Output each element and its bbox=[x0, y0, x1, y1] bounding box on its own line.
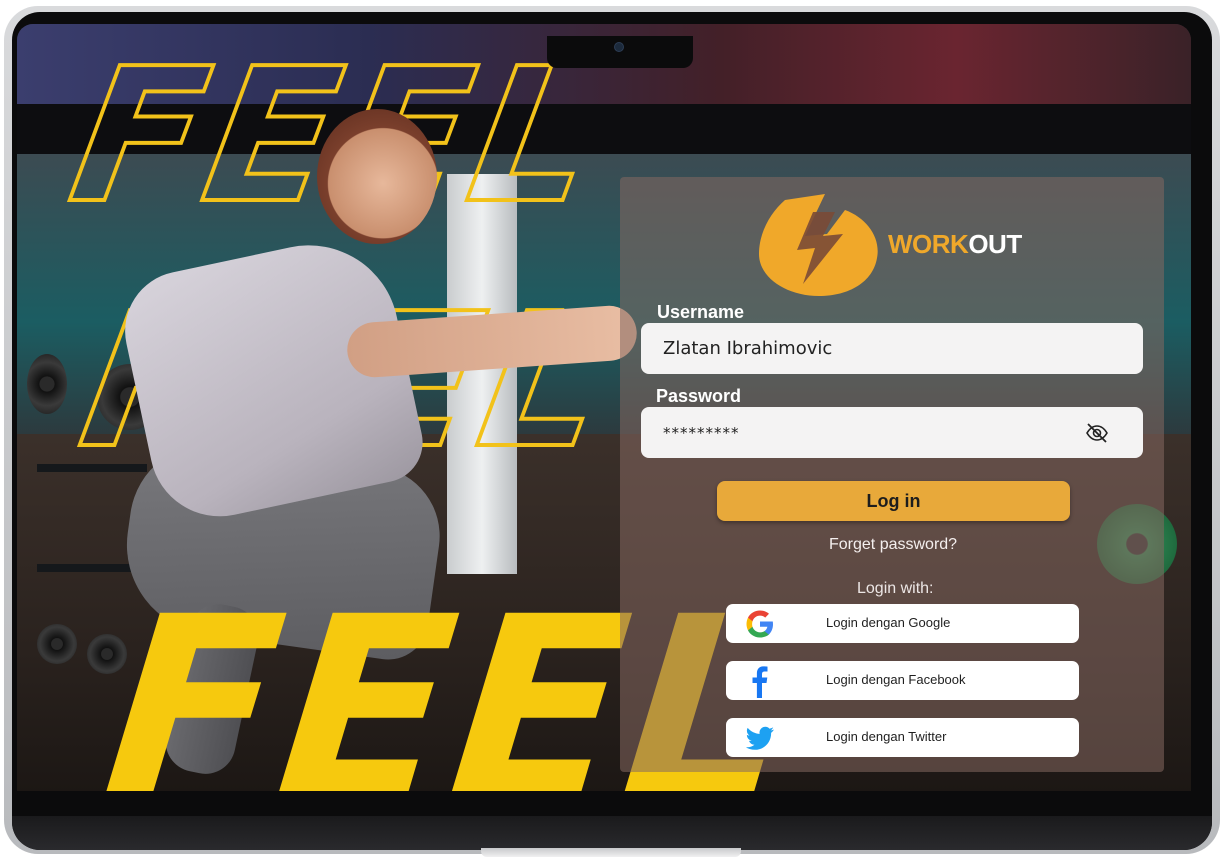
eye-off-icon[interactable] bbox=[1085, 421, 1109, 445]
password-input[interactable]: ********* bbox=[641, 407, 1143, 458]
camera-notch bbox=[547, 36, 693, 68]
login-with-label: Login with: bbox=[857, 580, 934, 597]
facebook-icon bbox=[752, 666, 768, 698]
workout-logo-icon bbox=[759, 194, 878, 296]
google-icon bbox=[746, 610, 773, 638]
dumbbell bbox=[37, 624, 77, 664]
username-value: Zlatan Ibrahimovic bbox=[663, 338, 833, 359]
password-value: ********* bbox=[663, 423, 740, 442]
password-label: Password bbox=[656, 386, 742, 406]
google-login-button[interactable]: Login dengan Google bbox=[726, 604, 1079, 643]
google-login-label: Login dengan Google bbox=[826, 615, 951, 630]
brand-prefix: WORK bbox=[888, 229, 969, 259]
athlete-head bbox=[317, 109, 437, 244]
laptop-chin bbox=[12, 816, 1212, 850]
facebook-login-label: Login dengan Facebook bbox=[826, 672, 966, 687]
laptop-hinge bbox=[481, 848, 741, 857]
twitter-login-label: Login dengan Twitter bbox=[826, 729, 947, 744]
webcam-icon bbox=[614, 42, 624, 52]
medicine-ball bbox=[27, 354, 67, 414]
username-input[interactable]: Zlatan Ibrahimovic bbox=[641, 323, 1143, 374]
username-label: Username bbox=[657, 302, 745, 322]
facebook-login-button[interactable]: Login dengan Facebook bbox=[726, 661, 1079, 700]
brand-name: WORKOUT bbox=[888, 229, 1022, 260]
forgot-password-link[interactable]: Forget password? bbox=[829, 536, 957, 554]
twitter-login-button[interactable]: Login dengan Twitter bbox=[726, 718, 1079, 757]
twitter-icon bbox=[745, 726, 774, 750]
brand-suffix: OUT bbox=[968, 229, 1022, 259]
login-button[interactable]: Log in bbox=[717, 481, 1070, 521]
